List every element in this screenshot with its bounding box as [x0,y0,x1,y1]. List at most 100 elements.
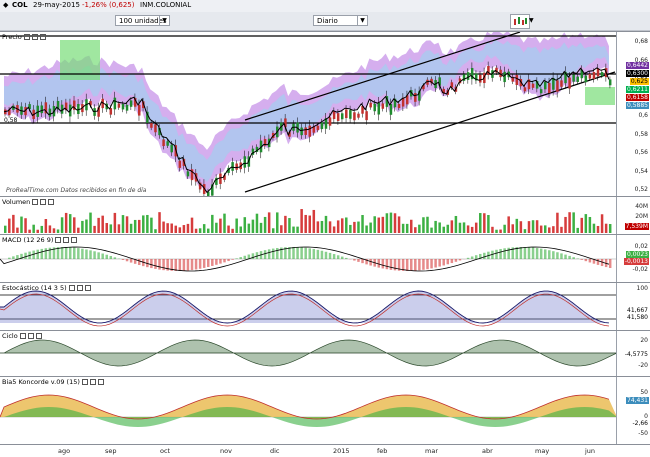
volume-bar [418,225,421,233]
candle [516,75,519,85]
volume-bar [170,224,173,233]
date-axis-label: ago [58,447,70,455]
settings-icon[interactable] [32,199,38,205]
volume-bar [471,227,474,233]
candle [179,161,182,168]
macd-histogram-bar [114,257,117,259]
date-axis-label: dic [270,447,280,455]
window-icon[interactable] [63,237,69,243]
volume-tick: 20M [635,213,648,220]
volume-bar [329,221,332,233]
macd-chart[interactable] [0,235,617,282]
macd-histogram-bar [187,259,190,271]
price-tick: 0,56 [635,149,648,156]
cycle-panel-title: Ciclo [2,332,42,340]
window-icon[interactable] [90,379,96,385]
candle [235,164,238,170]
settings-icon[interactable] [55,237,61,243]
macd-histogram-bar [195,259,198,269]
candle [317,126,320,130]
close-icon[interactable] [36,333,42,339]
units-select[interactable]: 100 unidades ▼ [115,15,170,26]
volume-title-text: Volumen [2,198,30,206]
macd-histogram-bar [215,259,218,265]
volume-bar [162,222,165,233]
candle [337,113,340,121]
macd-histogram-bar [442,259,445,265]
stochastic-axis: 100 41,667 41,580 [616,283,650,330]
candle [349,110,352,119]
macd-histogram-bar [357,259,360,262]
volume-bar [378,218,381,233]
volume-bar [24,218,27,233]
window-icon[interactable] [28,333,34,339]
date-axis: agosepoctnovdic2015febmarabrmayjun [0,444,650,457]
candle [601,72,604,76]
candle [187,171,190,176]
close-icon[interactable] [85,285,91,291]
price-chart[interactable] [0,32,617,196]
chart-type-button[interactable] [510,14,530,29]
settings-icon[interactable] [82,379,88,385]
candle [609,79,612,85]
period-select[interactable]: Diario ▼ [313,15,368,26]
macd-histogram-bar [544,249,547,259]
volume-bar [548,227,551,233]
candle [126,105,129,111]
settings-icon[interactable] [69,285,75,291]
volume-chart[interactable] [0,197,617,234]
close-icon[interactable] [48,199,54,205]
macd-histogram-bar [390,259,393,270]
macd-tick: -0,02 [632,266,648,273]
volume-bar [28,230,31,233]
volume-tick: 40M [635,203,648,210]
ichimoku-cloud-green [585,87,615,105]
date-axis-label: 2015 [333,447,350,455]
stochastic-chart[interactable] [0,283,617,330]
volume-bar [402,224,405,233]
stochastic-tick: 100 [637,285,648,292]
volume-bar [581,218,584,233]
volume-panel: Volumen 40M 20M 7,539M [0,196,650,234]
volume-bar [191,218,194,233]
cycle-tick: 20 [640,337,648,344]
koncorde-chart[interactable] [0,377,617,444]
candle [329,117,332,125]
price-tick: 0,52 [635,186,648,193]
macd-histogram-bar [418,259,421,270]
price-panel-title: Precio [2,33,46,41]
close-icon[interactable] [98,379,104,385]
macd-tick: 0,02 [635,243,648,250]
macd-histogram-bar [321,251,324,259]
settings-icon[interactable] [24,34,30,40]
close-icon[interactable] [40,34,46,40]
close-icon[interactable] [71,237,77,243]
koncorde-minor-tag: -2,66 [631,420,649,427]
macd-histogram-bar [540,249,543,259]
macd-histogram-bar [341,257,344,259]
window-icon[interactable] [40,199,46,205]
koncorde-axis: 50 74,431 0 -2,66 -50 [616,377,650,444]
candle [244,156,247,167]
volume-bar [349,225,352,233]
volume-bar [199,228,202,233]
macd-histogram-bar [426,259,429,269]
koncorde-title-text: Bia5 Koncorde v.09 (15) [2,378,80,386]
cycle-tick: -20 [638,362,648,369]
window-icon[interactable] [32,34,38,40]
candle [548,83,551,93]
chart-type-chevron-icon[interactable]: ▼ [529,17,534,24]
volume-bar [16,228,19,233]
period-select-value: Diario [317,17,338,25]
chart-toolbar: 100 unidades ▼ Diario ▼ ▼ [0,12,650,31]
cycle-chart[interactable] [0,331,617,376]
volume-bar [394,213,397,233]
macd-histogram-bar [434,259,437,268]
volume-bar [8,219,11,233]
instrument-icon: ◆ [3,1,8,9]
volume-bar [158,212,161,233]
settings-icon[interactable] [20,333,26,339]
price-level-tag: 0,6211 [626,86,649,93]
window-icon[interactable] [77,285,83,291]
volume-bar [12,215,15,233]
